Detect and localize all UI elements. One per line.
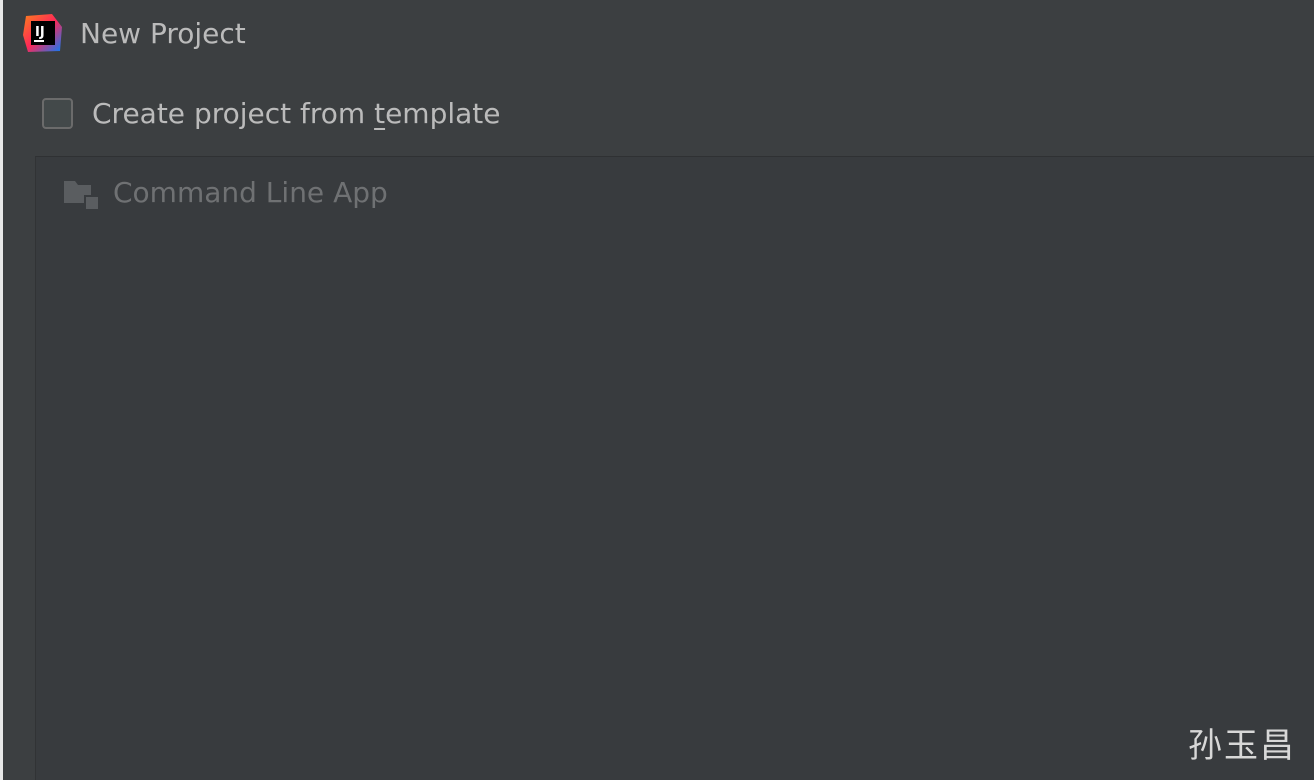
svg-text:IJ: IJ bbox=[35, 25, 45, 40]
create-from-template-label[interactable]: Create project from template bbox=[92, 97, 500, 131]
window-left-edge bbox=[0, 0, 3, 780]
dialog-title: New Project bbox=[80, 17, 246, 50]
folder-icon bbox=[64, 181, 100, 211]
new-project-dialog: IJ New Project Create project from templ… bbox=[0, 0, 1314, 780]
list-item-label: Command Line App bbox=[113, 176, 388, 209]
list-item[interactable]: Command Line App bbox=[63, 173, 563, 215]
label-mnemonic: t bbox=[374, 97, 386, 130]
watermark: 孙玉昌 bbox=[1188, 726, 1296, 766]
label-text-after: emplate bbox=[385, 97, 501, 130]
template-list[interactable]: Command Line App bbox=[35, 156, 1314, 780]
create-from-template-checkbox[interactable] bbox=[42, 98, 73, 129]
label-text-before: Create project from bbox=[92, 97, 375, 130]
dialog-title-bar: IJ New Project bbox=[3, 0, 1314, 70]
create-from-template-option[interactable]: Create project from template bbox=[40, 95, 740, 139]
intellij-idea-icon: IJ bbox=[23, 14, 62, 52]
